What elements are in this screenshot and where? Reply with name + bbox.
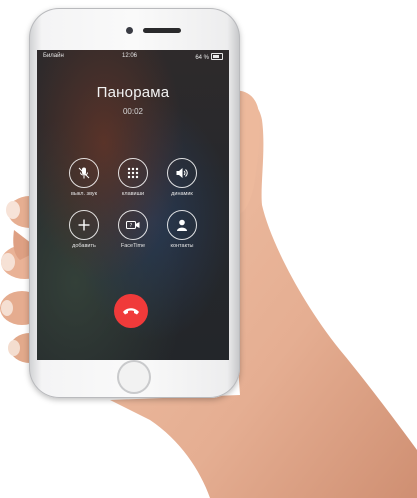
add-call-icon (78, 219, 90, 231)
keypad-label: клавиши (121, 191, 145, 197)
front-camera (126, 27, 133, 34)
home-button[interactable] (117, 360, 151, 394)
mute-icon (78, 167, 90, 179)
contacts-label: контакты (170, 243, 194, 249)
speaker-icon (176, 168, 188, 178)
mute-button[interactable]: выкл. звук (65, 158, 103, 197)
end-call-button[interactable] (114, 294, 148, 328)
facetime-icon: ? (126, 221, 140, 229)
carrier-label: Билайн (43, 53, 64, 59)
contacts-icon (177, 219, 187, 231)
add-call-button[interactable]: добавить (65, 210, 103, 249)
battery-percent: 64 % (195, 55, 209, 61)
keypad-button[interactable]: клавиши (114, 158, 152, 197)
facetime-button[interactable]: ? FaceTime (114, 210, 152, 249)
battery-status: 64 % (195, 53, 223, 61)
iphone: Билайн 12:06 64 % Панорама 00:02 выкл. з… (29, 8, 240, 398)
battery-icon (211, 53, 223, 60)
status-time: 12:06 (122, 53, 138, 59)
svg-text:?: ? (130, 223, 133, 229)
status-bar: Билайн 12:06 64 % (37, 50, 229, 62)
add-call-label: добавить (72, 243, 96, 249)
caller-name: Панорама (96, 84, 170, 101)
keypad-icon (127, 167, 139, 179)
facetime-label: FaceTime (120, 243, 146, 249)
earpiece-speaker (143, 28, 181, 33)
speaker-button[interactable]: динамик (163, 158, 201, 197)
speaker-label: динамик (171, 191, 193, 197)
mute-label: выкл. звук (70, 191, 98, 197)
call-duration: 00:02 (122, 107, 144, 116)
phone-screen: Билайн 12:06 64 % Панорама 00:02 выкл. з… (37, 50, 229, 360)
end-call-icon (123, 308, 139, 315)
photo-scene: Билайн 12:06 64 % Панорама 00:02 выкл. з… (0, 0, 417, 498)
contacts-button[interactable]: контакты (163, 210, 201, 249)
